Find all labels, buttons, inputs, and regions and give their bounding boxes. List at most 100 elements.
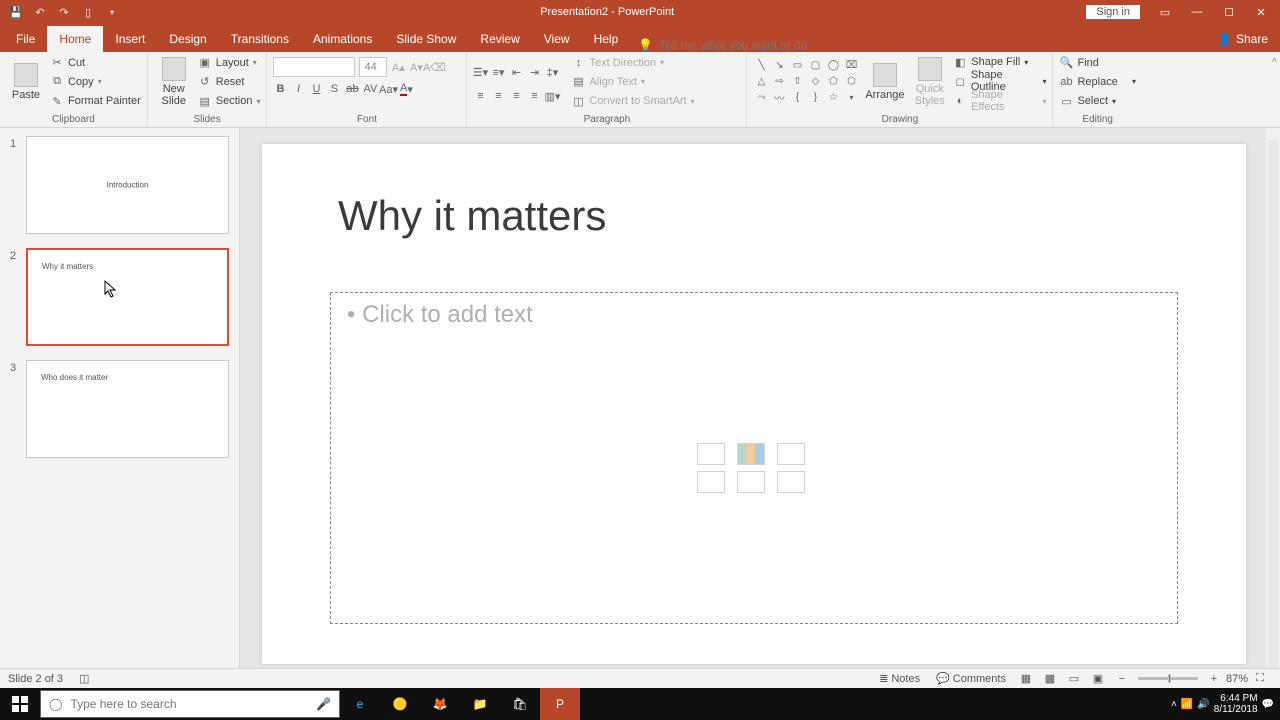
- cut-button[interactable]: ✂Cut: [50, 54, 141, 71]
- shape-brace-left-icon[interactable]: {: [789, 90, 805, 104]
- italic-button[interactable]: I: [291, 82, 305, 96]
- shape-rect-icon[interactable]: ▭: [789, 58, 805, 72]
- char-spacing-button[interactable]: AV: [363, 82, 377, 96]
- columns-button[interactable]: ▥▾: [545, 89, 559, 103]
- minimize-button[interactable]: —: [1182, 2, 1212, 22]
- spellcheck-icon[interactable]: ◫: [79, 672, 89, 685]
- align-left-button[interactable]: ≡: [473, 89, 487, 103]
- thumbnail-slide-3[interactable]: Who does it matter: [26, 360, 229, 458]
- taskbar-powerpoint-icon[interactable]: P: [540, 688, 580, 720]
- tray-volume-icon[interactable]: 🔊: [1197, 699, 1209, 710]
- zoom-out-button[interactable]: −: [1110, 669, 1134, 688]
- tab-animations[interactable]: Animations: [301, 26, 384, 52]
- redo-icon[interactable]: ↷: [54, 2, 74, 22]
- align-right-button[interactable]: ≡: [509, 89, 523, 103]
- shapes-gallery[interactable]: ╲↘▭▢◯⌧ △⇨⇧◇⬠⬡ ⤳〰{}☆▾: [753, 58, 859, 104]
- arrange-button[interactable]: Arrange: [863, 54, 906, 110]
- thumbnail-slide-1[interactable]: Introduction: [26, 136, 229, 234]
- bold-button[interactable]: B: [273, 82, 287, 96]
- align-center-button[interactable]: ≡: [491, 89, 505, 103]
- tab-file[interactable]: File: [4, 26, 47, 52]
- numbering-button[interactable]: ≡▾: [491, 65, 505, 79]
- quick-styles-button[interactable]: Quick Styles: [910, 54, 949, 110]
- start-from-beginning-icon[interactable]: ▯: [78, 2, 98, 22]
- normal-view-button[interactable]: ▦: [1014, 669, 1038, 688]
- tab-home[interactable]: Home: [47, 26, 103, 52]
- shape-triangle-icon[interactable]: △: [753, 74, 769, 88]
- insert-picture-icon[interactable]: [697, 471, 725, 493]
- share-button[interactable]: 👤 Share: [1205, 26, 1280, 52]
- tray-notifications-icon[interactable]: 💬: [1262, 699, 1274, 710]
- shape-line-icon[interactable]: ╲: [753, 58, 769, 72]
- shape-outline-button[interactable]: ◻Shape Outline▾: [953, 72, 1046, 90]
- justify-button[interactable]: ≡: [527, 89, 541, 103]
- shape-fill-button[interactable]: ◧Shape Fill▾: [953, 54, 1046, 70]
- taskbar-chrome-icon[interactable]: 🟡: [380, 688, 420, 720]
- taskbar-edge-icon[interactable]: e: [340, 688, 380, 720]
- tab-help[interactable]: Help: [582, 26, 631, 52]
- shape-arrow-up-icon[interactable]: ⇧: [789, 74, 805, 88]
- shape-oval-icon[interactable]: ◯: [825, 58, 841, 72]
- reset-button[interactable]: ↺Reset: [198, 73, 261, 90]
- tab-insert[interactable]: Insert: [103, 26, 157, 52]
- shape-rounded-rect-icon[interactable]: ▢: [807, 58, 823, 72]
- convert-smartart-button[interactable]: ◫Convert to SmartArt▾: [571, 93, 694, 110]
- comments-button[interactable]: 💬Comments: [928, 669, 1014, 688]
- taskbar-clock[interactable]: 6:44 PM 8/11/2018: [1214, 693, 1258, 715]
- vertical-scrollbar[interactable]: [1266, 128, 1280, 688]
- tell-me-search[interactable]: 💡: [638, 38, 839, 52]
- insert-online-picture-icon[interactable]: [737, 471, 765, 493]
- layout-button[interactable]: ▣Layout▾: [198, 54, 261, 71]
- font-family-select[interactable]: [273, 57, 355, 77]
- slide-canvas[interactable]: Why it matters • Click to add text: [262, 144, 1246, 664]
- decrease-indent-button[interactable]: ⇤: [509, 65, 523, 79]
- paste-button[interactable]: Paste: [6, 54, 46, 110]
- shape-connector-icon[interactable]: ⤳: [753, 90, 769, 104]
- content-placeholder[interactable]: • Click to add text: [330, 292, 1178, 624]
- select-button[interactable]: ▭Select▾: [1059, 93, 1136, 110]
- shape-hexagon-icon[interactable]: ⬡: [843, 74, 859, 88]
- collapse-ribbon-icon[interactable]: ˄: [1272, 55, 1277, 65]
- tab-slideshow[interactable]: Slide Show: [384, 26, 468, 52]
- zoom-in-button[interactable]: +: [1202, 669, 1226, 688]
- insert-table-icon[interactable]: [697, 443, 725, 465]
- sign-in-button[interactable]: Sign in: [1086, 5, 1140, 19]
- zoom-level[interactable]: 87%: [1226, 673, 1248, 685]
- bullets-button[interactable]: ☰▾: [473, 65, 487, 79]
- increase-font-icon[interactable]: A▴: [391, 60, 405, 74]
- save-icon[interactable]: 💾: [6, 2, 26, 22]
- copy-button[interactable]: ⧉Copy▾: [50, 73, 141, 90]
- ribbon-display-options-icon[interactable]: ▭: [1150, 2, 1180, 22]
- taskbar-store-icon[interactable]: 🛍: [500, 688, 540, 720]
- slide-sorter-button[interactable]: ▩: [1038, 669, 1062, 688]
- insert-video-icon[interactable]: [777, 471, 805, 493]
- change-case-button[interactable]: Aa▾: [381, 82, 395, 96]
- line-spacing-button[interactable]: ‡▾: [545, 65, 559, 79]
- underline-button[interactable]: U: [309, 82, 323, 96]
- find-button[interactable]: 🔍Find: [1059, 54, 1136, 71]
- shape-line-arrow-icon[interactable]: ↘: [771, 58, 787, 72]
- shape-textbox-icon[interactable]: ⌧: [843, 58, 859, 72]
- align-text-button[interactable]: ▤Align Text▾: [571, 73, 694, 90]
- tab-review[interactable]: Review: [468, 26, 531, 52]
- taskbar-explorer-icon[interactable]: 📁: [460, 688, 500, 720]
- tell-me-input[interactable]: [659, 38, 839, 52]
- increase-indent-button[interactable]: ⇥: [527, 65, 541, 79]
- new-slide-button[interactable]: New Slide: [154, 54, 194, 110]
- tab-transitions[interactable]: Transitions: [219, 26, 301, 52]
- shape-arrow-right-icon[interactable]: ⇨: [771, 74, 787, 88]
- font-color-button[interactable]: A▾: [399, 82, 413, 96]
- maximize-button[interactable]: ☐: [1214, 2, 1244, 22]
- clear-formatting-icon[interactable]: A⌫: [427, 60, 441, 74]
- section-button[interactable]: ▤Section▾: [198, 93, 261, 110]
- shape-diamond-icon[interactable]: ◇: [807, 74, 823, 88]
- slideshow-view-button[interactable]: ▣: [1086, 669, 1110, 688]
- insert-smartart-icon[interactable]: [777, 443, 805, 465]
- text-direction-button[interactable]: ↕Text Direction▾: [571, 54, 694, 71]
- fit-to-window-button[interactable]: ⛶: [1248, 669, 1272, 688]
- qat-customize-icon[interactable]: ▾: [102, 2, 122, 22]
- replace-button[interactable]: abReplace ▾: [1059, 73, 1136, 90]
- taskbar-search[interactable]: ◯ Type here to search 🎤: [40, 690, 340, 718]
- undo-icon[interactable]: ↶: [30, 2, 50, 22]
- tab-design[interactable]: Design: [157, 26, 218, 52]
